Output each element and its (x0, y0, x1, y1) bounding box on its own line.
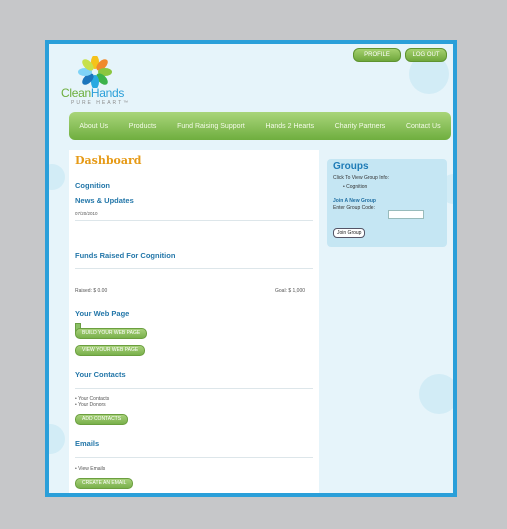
add-contacts-button[interactable]: ADD CONTACTS (75, 414, 129, 425)
logout-button[interactable]: LOG OUT (405, 48, 447, 62)
join-group-button[interactable]: Join Group (333, 228, 366, 238)
brand-clean: Clean (61, 86, 91, 100)
nav-charity-partners[interactable]: Charity Partners (335, 123, 386, 130)
news-date: 07/20/2010 (75, 211, 98, 216)
group-code-label: Enter Group Code: (333, 205, 375, 211)
group-link-cognition[interactable]: • Cognition (343, 184, 367, 190)
view-web-page-button[interactable]: VIEW YOUR WEB PAGE (75, 345, 146, 356)
nav-products[interactable]: Products (129, 123, 157, 130)
browser-frame: PROFILE LOG OUT CleanHands PURE HEART™ A… (45, 40, 457, 497)
contacts-link-your-donors[interactable]: • Your Donors (75, 402, 106, 408)
nav-fund-raising-support[interactable]: Fund Raising Support (177, 123, 245, 130)
profile-button[interactable]: PROFILE (353, 48, 401, 62)
contacts-link-label: Your Donors (78, 402, 106, 408)
nav-about-us[interactable]: About Us (79, 123, 108, 130)
divider (75, 457, 313, 458)
divider (75, 268, 313, 269)
build-web-page-button[interactable]: BUILD YOUR WEB PAGE (75, 328, 148, 339)
create-email-button[interactable]: CREATE AN EMAIL (75, 478, 134, 489)
group-code-input[interactable] (388, 210, 424, 219)
brand-tagline: PURE HEART™ (71, 100, 131, 106)
raised-amount: Raised: $ 0.00 (75, 288, 108, 294)
funds-title: Funds Raised For Cognition (75, 251, 176, 260)
contacts-title: Your Contacts (75, 370, 126, 379)
web-page-title: Your Web Page (75, 309, 130, 318)
brand-hands: Hands (90, 86, 125, 100)
bg-bubble (49, 424, 65, 454)
dashboard-title: Dashboard (75, 154, 142, 167)
bg-bubble (49, 164, 65, 190)
groups-panel: Groups Click To View Group Info: • Cogni… (327, 159, 447, 247)
group-link-label: Cognition (346, 184, 368, 190)
view-emails-label: View Emails (78, 466, 106, 472)
join-group-title: Join A New Group (333, 198, 376, 204)
goal-amount: Goal: $ 1,000 (275, 288, 306, 294)
main-nav: About Us Products Fund Raising Support H… (69, 112, 451, 140)
group-name[interactable]: Cognition (75, 181, 110, 190)
emails-title: Emails (75, 439, 100, 448)
nav-hands-2-hearts[interactable]: Hands 2 Hearts (265, 123, 314, 130)
brand-name[interactable]: CleanHands (61, 86, 124, 100)
bg-bubble (419, 374, 453, 414)
dashboard-panel: Dashboard Cognition News & Updates 07/20… (69, 150, 319, 493)
divider (75, 388, 313, 389)
groups-title: Groups (333, 161, 369, 172)
view-emails-link[interactable]: • View Emails (75, 466, 105, 472)
nav-contact-us[interactable]: Contact Us (406, 123, 441, 130)
page: PROFILE LOG OUT CleanHands PURE HEART™ A… (49, 44, 453, 493)
divider (75, 220, 313, 221)
news-title: News & Updates (75, 196, 134, 205)
groups-click-text: Click To View Group Info: (333, 175, 389, 181)
